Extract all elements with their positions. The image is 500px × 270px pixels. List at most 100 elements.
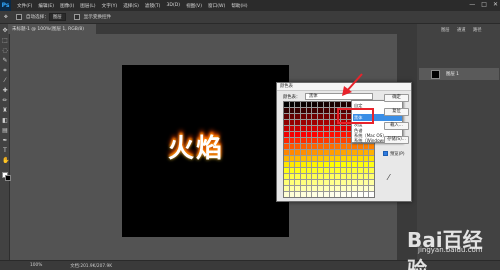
layer-row[interactable]: 图层 1	[419, 68, 499, 80]
color-swatch[interactable]	[329, 180, 335, 185]
color-swatch[interactable]	[323, 120, 329, 125]
color-swatch[interactable]	[295, 102, 301, 107]
color-swatch[interactable]	[306, 114, 312, 119]
color-swatch[interactable]	[329, 120, 335, 125]
color-swatch[interactable]	[284, 114, 289, 119]
move-tool-icon[interactable]: ✥	[4, 15, 8, 20]
menu-file[interactable]: 文件(F)	[17, 3, 32, 9]
color-swatch[interactable]	[295, 192, 301, 197]
color-swatch[interactable]	[301, 162, 306, 167]
color-swatch[interactable]	[295, 180, 301, 185]
color-swatch[interactable]	[352, 150, 357, 155]
color-swatch[interactable]	[318, 168, 323, 173]
color-swatch[interactable]	[284, 108, 289, 113]
color-swatch[interactable]	[284, 192, 289, 197]
color-swatch[interactable]	[301, 102, 306, 107]
color-swatch[interactable]	[289, 186, 295, 191]
color-swatch[interactable]	[329, 132, 335, 137]
color-swatch[interactable]	[323, 114, 329, 119]
color-swatch[interactable]	[312, 156, 318, 161]
color-swatch[interactable]	[323, 168, 329, 173]
color-swatch[interactable]	[335, 174, 340, 179]
color-swatch[interactable]	[295, 144, 301, 149]
color-swatch[interactable]	[306, 174, 312, 179]
color-swatch[interactable]	[289, 162, 295, 167]
color-swatch[interactable]	[369, 186, 374, 191]
color-swatch[interactable]	[295, 156, 301, 161]
color-swatch[interactable]	[357, 186, 363, 191]
color-swatch[interactable]	[357, 174, 363, 179]
eyedropper-tool-icon[interactable]: ⁄	[2, 78, 8, 84]
color-swatch[interactable]	[306, 192, 312, 197]
menu-3d[interactable]: 3D(D)	[166, 3, 180, 8]
color-swatch[interactable]	[323, 150, 329, 155]
color-swatch[interactable]	[357, 150, 363, 155]
color-swatch[interactable]	[329, 114, 335, 119]
color-swatch[interactable]	[323, 192, 329, 197]
color-swatch[interactable]	[363, 180, 369, 185]
color-swatch[interactable]	[323, 108, 329, 113]
color-swatch[interactable]	[352, 186, 357, 191]
zoom-level[interactable]: 100%	[30, 263, 42, 268]
color-swatch[interactable]	[369, 150, 374, 155]
color-swatch[interactable]	[335, 156, 340, 161]
color-swatch[interactable]	[312, 174, 318, 179]
color-swatch[interactable]	[369, 162, 374, 167]
color-swatch[interactable]	[329, 108, 335, 113]
color-swatch[interactable]	[295, 126, 301, 131]
color-swatch[interactable]	[318, 126, 323, 131]
color-swatch[interactable]	[323, 102, 329, 107]
background-color-swatch[interactable]	[5, 175, 11, 181]
color-swatch[interactable]	[369, 180, 374, 185]
color-swatch[interactable]	[363, 156, 369, 161]
color-swatch[interactable]	[318, 174, 323, 179]
color-swatch[interactable]	[352, 162, 357, 167]
color-swatch[interactable]	[312, 138, 318, 143]
color-swatch[interactable]	[335, 186, 340, 191]
color-swatch[interactable]	[301, 138, 306, 143]
show-transform-checkbox[interactable]	[73, 14, 80, 20]
menu-window[interactable]: 窗口(W)	[208, 3, 225, 9]
color-swatch[interactable]	[289, 156, 295, 161]
color-swatch[interactable]	[329, 174, 335, 179]
color-swatch[interactable]	[357, 144, 363, 149]
color-swatch[interactable]	[363, 144, 369, 149]
color-swatch[interactable]	[323, 186, 329, 191]
color-swatch[interactable]	[289, 120, 295, 125]
menu-select[interactable]: 选择(S)	[123, 3, 139, 9]
color-swatch[interactable]	[346, 168, 352, 173]
color-swatch[interactable]	[295, 108, 301, 113]
menu-edit[interactable]: 编辑(E)	[38, 3, 54, 9]
crop-tool-icon[interactable]: ⌗	[2, 68, 8, 74]
menu-filter[interactable]: 滤镜(T)	[145, 3, 161, 9]
save-button[interactable]: 存储(S)...	[384, 136, 409, 144]
color-swatch[interactable]	[340, 132, 346, 137]
color-swatch[interactable]	[363, 162, 369, 167]
color-swatch[interactable]	[329, 162, 335, 167]
color-swatch[interactable]	[306, 120, 312, 125]
color-swatch[interactable]	[318, 156, 323, 161]
color-swatch[interactable]	[323, 144, 329, 149]
color-swatch[interactable]	[284, 126, 289, 131]
color-swatch[interactable]	[357, 162, 363, 167]
color-swatch[interactable]	[323, 126, 329, 131]
color-swatch[interactable]	[369, 174, 374, 179]
reset-button[interactable]: 复位	[384, 108, 409, 116]
color-swatch[interactable]	[318, 120, 323, 125]
color-swatch[interactable]	[318, 150, 323, 155]
hand-tool-icon[interactable]: ✋	[2, 158, 9, 164]
lasso-tool-icon[interactable]: ◌	[2, 48, 8, 54]
menu-type[interactable]: 文字(Y)	[102, 3, 118, 9]
color-swatch[interactable]	[340, 156, 346, 161]
eyedropper-icon[interactable]: ⁄	[388, 173, 389, 182]
color-swatch[interactable]	[284, 162, 289, 167]
color-swatch[interactable]	[284, 174, 289, 179]
color-swatch[interactable]	[295, 162, 301, 167]
color-swatch[interactable]	[289, 126, 295, 131]
color-swatch[interactable]	[369, 192, 374, 197]
color-swatch[interactable]	[318, 102, 323, 107]
color-swatch[interactable]	[335, 192, 340, 197]
color-swatch[interactable]	[284, 150, 289, 155]
color-swatch[interactable]	[346, 150, 352, 155]
color-swatch[interactable]	[340, 138, 346, 143]
